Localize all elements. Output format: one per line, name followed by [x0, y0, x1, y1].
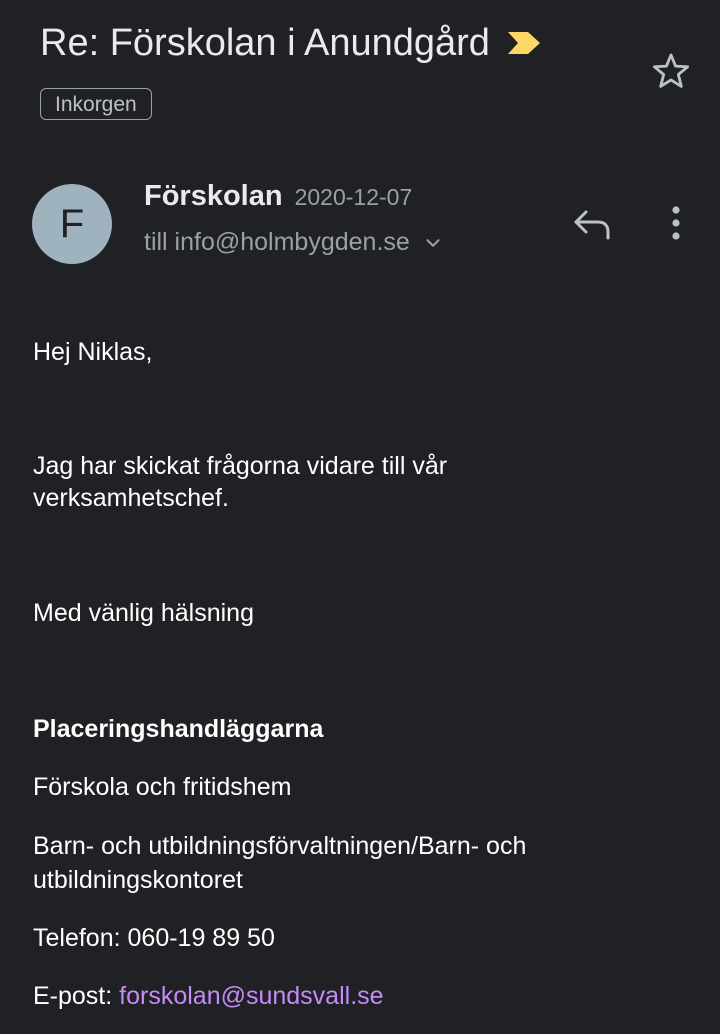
signature-email-row: E-post: forskolan@sundsvall.se — [33, 980, 693, 1012]
label-chip-inbox[interactable]: Inkorgen — [40, 88, 152, 120]
signature-email-label: E-post: — [33, 982, 113, 1010]
email-subject: Re: Förskolan i Anundgård — [40, 18, 542, 68]
message-date: 2020-12-07 — [294, 184, 413, 210]
chevron-down-icon — [426, 238, 440, 247]
avatar[interactable]: F — [32, 184, 112, 264]
signature-phone: Telefon: 060-19 89 50 — [33, 924, 275, 952]
signature-department-line-2: utbildningskontoret — [33, 866, 243, 894]
signature-department-line-1: Barn- och utbildningsförvaltningen/Barn-… — [33, 832, 527, 860]
body-closing: Med vänlig hälsning — [33, 599, 254, 627]
star-icon[interactable] — [650, 50, 692, 92]
importance-marker-icon[interactable] — [506, 30, 542, 56]
signature-email-link[interactable]: forskolan@sundsvall.se — [119, 982, 383, 1010]
signature-team: Placeringshandläggarna — [33, 715, 324, 743]
subject-text: Re: Förskolan i Anundgård — [40, 22, 490, 64]
sender-row: Förskolan 2020-12-07 — [144, 180, 412, 213]
recipient-line: till info@holmbygden.se — [144, 228, 410, 256]
email-view: Re: Förskolan i Anundgård Inkorgen F För… — [0, 0, 720, 1034]
more-vert-icon[interactable] — [660, 202, 692, 246]
recipient-details-toggle[interactable]: till info@holmbygden.se — [144, 228, 444, 257]
signature-unit: Förskola och fritidshem — [33, 773, 292, 801]
body-line-2: verksamhetschef. — [33, 484, 229, 512]
body-line-1: Jag har skickat frågorna vidare till vår — [33, 452, 448, 480]
reply-icon[interactable] — [570, 204, 614, 244]
sender-name: Förskolan — [144, 180, 283, 212]
body-greeting: Hej Niklas, — [33, 338, 153, 366]
